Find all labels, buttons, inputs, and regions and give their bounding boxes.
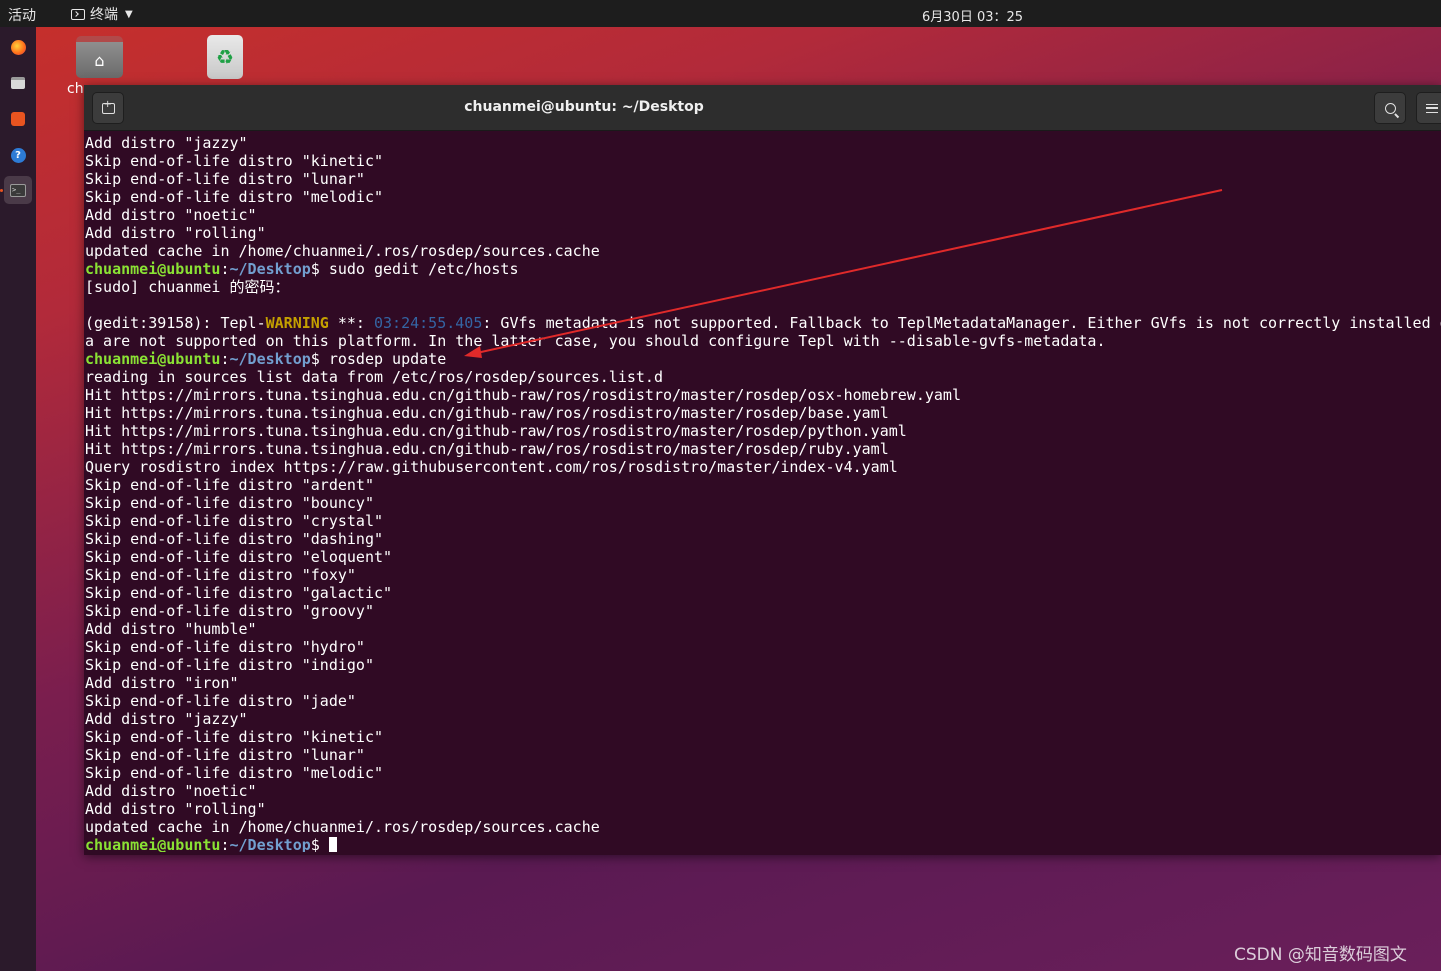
output-line: Skip end-of-life distro "eloquent" [85, 548, 393, 566]
output-line: updated cache in /home/chuanmei/.ros/ros… [85, 242, 600, 260]
output-line: [sudo] chuanmei 的密码： [85, 278, 290, 296]
watermark: CSDN @知音数码图文 [1234, 945, 1407, 965]
running-indicator [0, 189, 3, 192]
prompt-dollar: $ [310, 836, 320, 852]
prompt-user: chuanmei@ubuntu [85, 350, 221, 368]
terminal-icon: >_ [10, 183, 26, 197]
output-block-2: reading in sources list data from /etc/r… [85, 368, 1441, 836]
gedit-warning-line: (gedit:39158): Tepl-WARNING **: 03:24:55… [85, 314, 1441, 332]
output-line: updated cache in /home/chuanmei/.ros/ros… [85, 818, 600, 836]
files-icon [11, 77, 25, 89]
output-line: Skip end-of-life distro "melodic" [85, 188, 384, 206]
terminal-titlebar[interactable]: chuanmei@ubuntu: ~/Desktop [84, 85, 1441, 131]
output-line: Skip end-of-life distro "melodic" [85, 764, 384, 782]
menu-icon [1426, 103, 1438, 113]
menu-button[interactable] [1416, 92, 1441, 124]
output-line: Hit https://mirrors.tuna.tsinghua.edu.cn… [85, 404, 889, 422]
activities-button[interactable]: 活动 [8, 5, 36, 25]
output-line: Skip end-of-life distro "bouncy" [85, 494, 374, 512]
warning-label: WARNING [265, 314, 329, 332]
output-line: reading in sources list data from /etc/r… [85, 368, 663, 386]
output-line: Hit https://mirrors.tuna.tsinghua.edu.cn… [85, 386, 961, 404]
top-bar: 活动 终端 ▼ 6月30日 03：25 [0, 0, 1441, 27]
warning-separator: **: [328, 314, 374, 332]
clock[interactable]: 6月30日 03：25 [922, 6, 1023, 25]
terminal-output[interactable]: Add distro "jazzy" Skip end-of-life distr… [85, 134, 1441, 852]
help-icon: ? [10, 147, 26, 163]
prompt-colon: : [220, 350, 230, 368]
output-line: Add distro "humble" [85, 620, 257, 638]
prompt-path: ~/Desktop [229, 260, 311, 278]
home-folder-icon: ⌂ [94, 50, 105, 70]
output-line: Skip end-of-life distro "crystal" [85, 512, 384, 530]
dock: ? >_ [0, 27, 36, 971]
dock-item-files[interactable] [4, 69, 32, 97]
output-line: Skip end-of-life distro "dashing" [85, 530, 384, 548]
firefox-icon [10, 39, 26, 55]
app-menu[interactable]: 终端 ▼ [71, 4, 133, 24]
app-menu-label: 终端 [90, 7, 118, 23]
output-line: Hit https://mirrors.tuna.tsinghua.edu.cn… [85, 440, 889, 458]
desktop-home-folder[interactable]: ⌂ [76, 36, 123, 78]
command-text: sudo gedit /etc/hosts [319, 260, 519, 278]
output-line: Hit https://mirrors.tuna.tsinghua.edu.cn… [85, 422, 907, 440]
output-line: Skip end-of-life distro "kinetic" [85, 152, 384, 170]
dock-item-help[interactable]: ? [4, 141, 32, 169]
warning-prefix: (gedit:39158): Tepl- [85, 314, 266, 332]
trash-icon: ♻ [216, 45, 234, 69]
prompt-user: chuanmei@ubuntu [85, 260, 221, 278]
output-line: Add distro "rolling" [85, 224, 266, 242]
window-title: chuanmei@ubuntu: ~/Desktop [464, 99, 704, 115]
output-line: Skip end-of-life distro "kinetic" [85, 728, 384, 746]
command-text: rosdep update [319, 350, 447, 368]
prompt-path: ~/Desktop [229, 836, 311, 852]
prompt-colon: : [220, 836, 230, 852]
output-line: Skip end-of-life distro "hydro" [85, 638, 365, 656]
output-line: Add distro "noetic" [85, 782, 257, 800]
search-button[interactable] [1374, 92, 1406, 124]
output-line: Skip end-of-life distro "foxy" [85, 566, 356, 584]
prompt-path: ~/Desktop [229, 350, 311, 368]
output-line: Skip end-of-life distro "lunar" [85, 170, 365, 188]
prompt-line: chuanmei@ubuntu:~/Desktop$ sudo gedit /e… [85, 260, 1441, 278]
text-cursor [328, 837, 337, 852]
prompt-dollar: $ [310, 350, 320, 368]
output-line: Skip end-of-life distro "indigo" [85, 656, 374, 674]
output-line: Skip end-of-life distro "galactic" [85, 584, 393, 602]
prompt-user: chuanmei@ubuntu [85, 836, 221, 852]
output-line: Query rosdistro index https://raw.github… [85, 458, 898, 476]
warning-timestamp: 03:24:55.405 [374, 314, 483, 332]
output-line: a are not supported on this platform. In… [85, 332, 1106, 350]
search-icon [1384, 102, 1396, 114]
output-line: Skip end-of-life distro "ardent" [85, 476, 374, 494]
output-block-1: Add distro "jazzy" Skip end-of-life distr… [85, 134, 1441, 260]
output-line: Add distro "noetic" [85, 206, 257, 224]
chevron-down-icon: ▼ [125, 8, 133, 20]
prompt-line: chuanmei@ubuntu:~/Desktop$ [85, 836, 1441, 852]
dock-item-terminal[interactable]: >_ [4, 176, 32, 204]
desktop-trash[interactable]: ♻ [207, 35, 243, 79]
prompt-line: chuanmei@ubuntu:~/Desktop$ rosdep update [85, 350, 1441, 368]
terminal-icon [71, 8, 85, 20]
terminal-window[interactable]: chuanmei@ubuntu: ~/Desktop Add distro "j… [84, 85, 1441, 855]
output-line: Skip end-of-life distro "jade" [85, 692, 356, 710]
output-line: Add distro "rolling" [85, 800, 266, 818]
output-line: Add distro "jazzy" [85, 134, 248, 152]
dock-item-firefox[interactable] [4, 33, 32, 61]
desktop-home-label: ch [67, 81, 84, 97]
prompt-dollar: $ [310, 260, 320, 278]
output-line: Add distro "iron" [85, 674, 239, 692]
output-line: Skip end-of-life distro "groovy" [85, 602, 374, 620]
prompt-colon: : [220, 260, 230, 278]
warning-message: : GVfs metadata is not supported. Fallba… [482, 314, 1441, 332]
output-line: Add distro "jazzy" [85, 710, 248, 728]
command-input[interactable] [320, 836, 329, 852]
output-line: Skip end-of-life distro "lunar" [85, 746, 365, 764]
